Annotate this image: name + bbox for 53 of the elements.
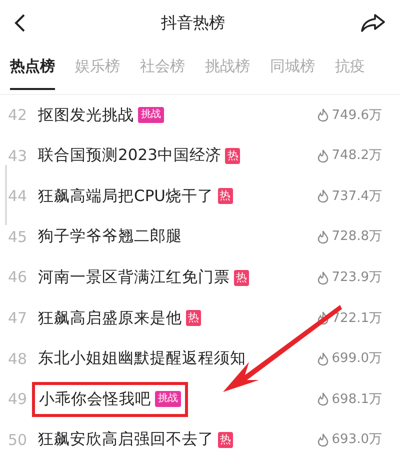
topic-text: 河南一景区背满江红免门票 bbox=[38, 267, 230, 288]
rank-number: 42 bbox=[8, 105, 28, 126]
rank-number: 47 bbox=[8, 308, 28, 330]
topic-tag: 热 bbox=[225, 148, 240, 164]
topic-text: 狂飙安欣高启强回不去了 bbox=[38, 429, 214, 450]
rank-number: 44 bbox=[8, 186, 28, 208]
heat-value: 723.9万 bbox=[332, 268, 382, 287]
rank-number: 43 bbox=[8, 146, 28, 167]
heat-value: 728.8万 bbox=[332, 228, 382, 246]
topic-text: 抠图发光挑战 bbox=[38, 104, 134, 126]
topic-tag: 热 bbox=[218, 188, 233, 204]
heat-value: 749.6万 bbox=[332, 106, 382, 125]
flame-icon bbox=[316, 270, 329, 285]
rank-number: 49 bbox=[8, 389, 28, 410]
heat-value: 693.0万 bbox=[332, 431, 382, 450]
back-icon[interactable] bbox=[14, 12, 26, 32]
flame-icon bbox=[316, 189, 329, 204]
rank-number: 48 bbox=[8, 348, 28, 370]
topic-tag: 挑战 bbox=[155, 391, 181, 408]
flame-icon bbox=[316, 230, 329, 244]
topic-tag: 挑战 bbox=[138, 107, 164, 124]
rank-number: 45 bbox=[8, 226, 28, 248]
topic-text: 狂飙高端局把CPU烧干了 bbox=[38, 186, 214, 207]
topic-tag: 热 bbox=[218, 432, 233, 448]
share-icon[interactable] bbox=[360, 12, 386, 32]
flame-icon bbox=[316, 108, 329, 122]
topic-tag: 热 bbox=[186, 310, 201, 326]
tab[interactable]: 热点榜 bbox=[10, 55, 55, 90]
topic-tag: 热 bbox=[234, 270, 249, 286]
topic-text: 联合国预测2023中国经济 bbox=[38, 145, 222, 166]
rank-number: 50 bbox=[8, 430, 28, 451]
flame-icon bbox=[316, 433, 329, 448]
flame-icon bbox=[316, 392, 329, 406]
heat-value: 699.0万 bbox=[332, 350, 382, 368]
scrollbar bbox=[5, 165, 7, 225]
flame-icon bbox=[316, 148, 329, 163]
heat-value: 737.4万 bbox=[332, 188, 382, 206]
tab[interactable]: 娱乐榜 bbox=[75, 55, 120, 90]
topic-text: 小乖你会怪我吧 bbox=[39, 388, 151, 410]
topic-text: 狗子学爷爷翘二郎腿 bbox=[38, 226, 182, 248]
topic-text: 东北小姐姐幽默提醒返程须知 bbox=[38, 348, 246, 370]
heat-value: 698.1万 bbox=[332, 390, 382, 409]
rank-number: 46 bbox=[8, 267, 28, 288]
flame-icon bbox=[316, 352, 329, 366]
topic-text: 狂飙高启盛原来是他 bbox=[38, 308, 182, 329]
tab[interactable]: 社会榜 bbox=[140, 55, 185, 90]
page-title: 抖音热榜 bbox=[161, 12, 225, 34]
flame-icon bbox=[316, 311, 329, 326]
heat-value: 748.2万 bbox=[332, 147, 382, 166]
heat-value: 722.1万 bbox=[332, 310, 382, 328]
tab[interactable]: 同城榜 bbox=[270, 55, 315, 90]
tab[interactable]: 挑战榜 bbox=[205, 55, 250, 90]
tab[interactable]: 抗疫 bbox=[335, 55, 365, 90]
